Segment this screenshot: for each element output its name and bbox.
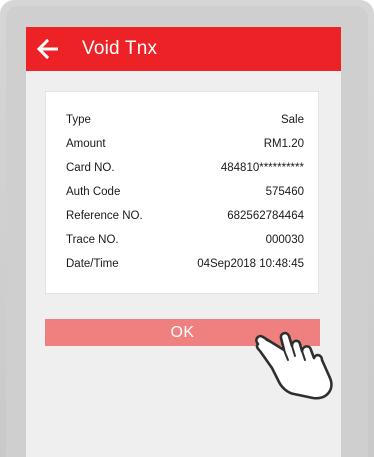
detail-label: Date/Time	[66, 258, 119, 270]
transaction-details-card: Type Sale Amount RM1.20 Card NO. 484810*…	[45, 91, 319, 294]
detail-value: 484810**********	[220, 162, 304, 174]
app-header: Void Tnx	[26, 27, 341, 71]
detail-label: Reference NO.	[66, 210, 143, 222]
detail-value: Sale	[280, 114, 304, 126]
detail-value: RM1.20	[263, 138, 304, 150]
page-title: Void Tnx	[82, 38, 158, 59]
detail-row-reference-no: Reference NO. 682562784464	[66, 208, 304, 224]
detail-row-card-no: Card NO. 484810**********	[66, 160, 304, 176]
detail-label: Auth Code	[66, 186, 121, 198]
detail-row-auth-code: Auth Code 575460	[66, 184, 304, 200]
detail-row-trace-no: Trace NO. 000030	[66, 232, 304, 248]
back-arrow-icon[interactable]	[36, 39, 60, 59]
detail-label: Trace NO.	[66, 234, 119, 246]
detail-value: 04Sep2018 10:48:45	[197, 258, 304, 270]
detail-row-amount: Amount RM1.20	[66, 136, 304, 152]
detail-label: Card NO.	[66, 162, 115, 174]
detail-label: Amount	[66, 138, 106, 150]
detail-value: 000030	[265, 234, 304, 246]
detail-row-date-time: Date/Time 04Sep2018 10:48:45	[66, 256, 304, 272]
detail-value: 682562784464	[227, 210, 304, 222]
tap-hand-icon	[255, 331, 333, 400]
detail-row-type: Type Sale	[66, 112, 304, 128]
detail-label: Type	[66, 114, 91, 126]
device-frame: Void Tnx Type Sale Amount RM1.20 Card NO…	[0, 0, 374, 457]
detail-value: 575460	[265, 186, 304, 198]
